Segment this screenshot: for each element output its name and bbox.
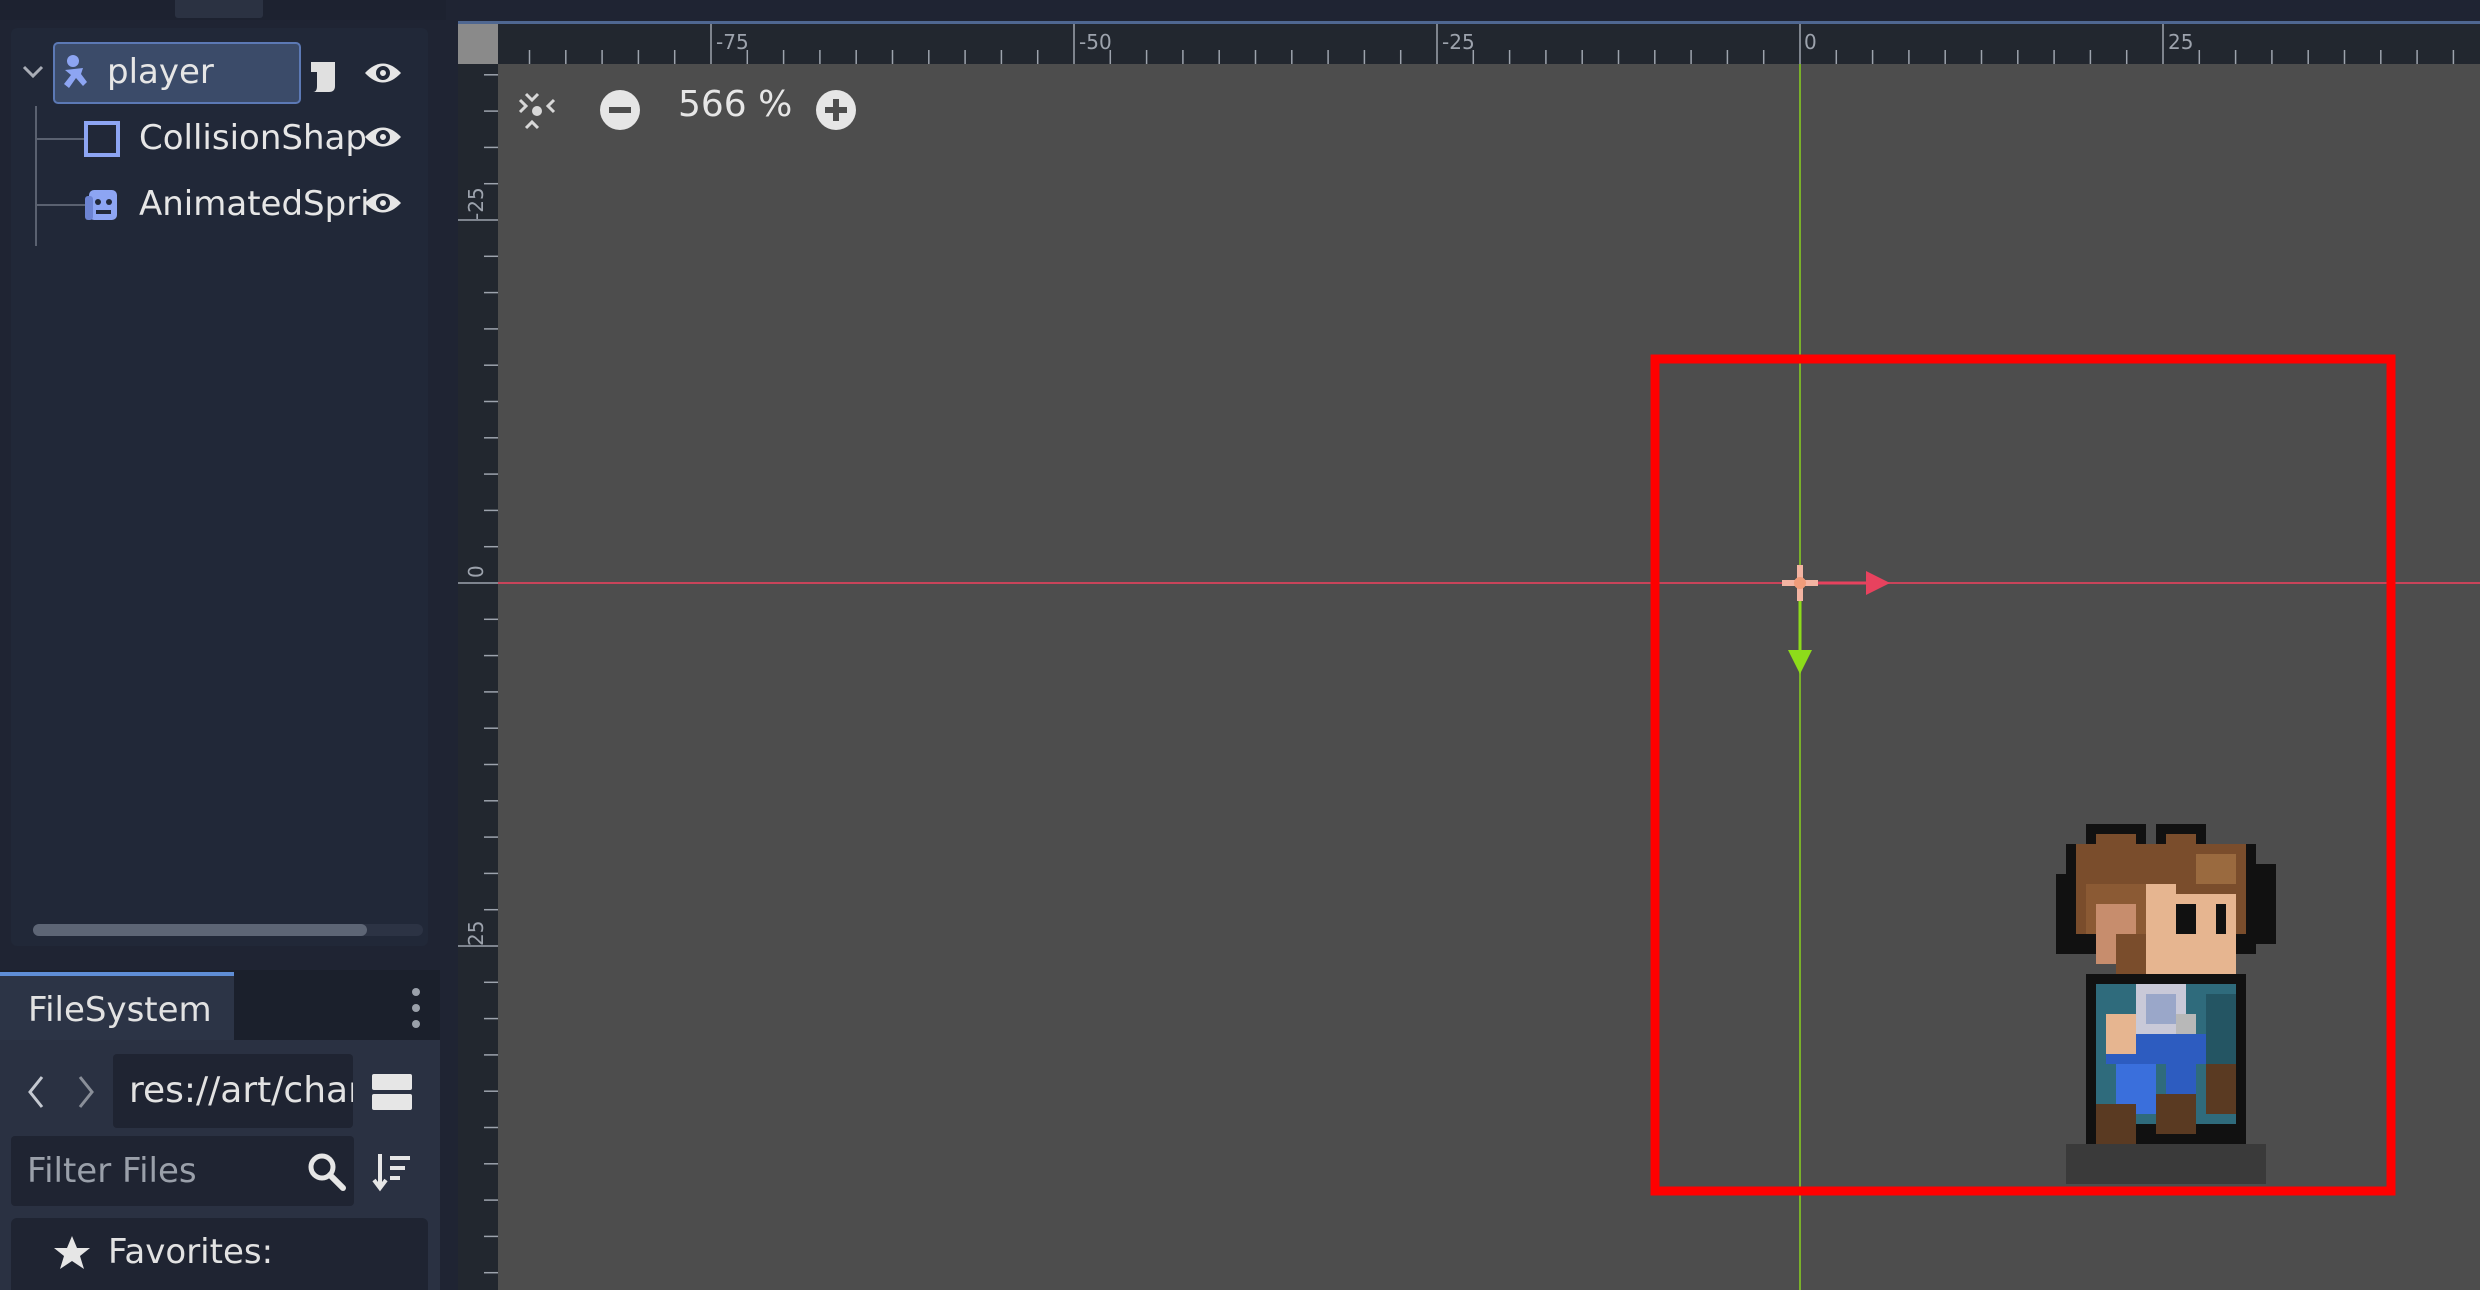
dock-top-strip (0, 0, 446, 20)
tree-item-label: AnimatedSprite2D (139, 184, 367, 224)
dock-tab-stub[interactable] (175, 0, 263, 18)
center-view-icon[interactable] (516, 90, 558, 132)
ruler-corner[interactable] (458, 24, 498, 64)
search-icon[interactable] (307, 1152, 347, 1192)
split-view-toggle-icon[interactable] (370, 1070, 414, 1114)
viewport-top-border (458, 0, 2480, 24)
script-icon[interactable] (307, 58, 341, 94)
tree-item-collisionshape[interactable]: CollisionShape2D (11, 106, 428, 172)
visibility-eye-icon[interactable] (363, 58, 403, 88)
canvas-viewport[interactable]: -75 -50 -25 0 25 -25 0 25 566 % (458, 24, 2480, 1290)
back-arrow-icon[interactable] (26, 1074, 46, 1110)
tree-item-label: player (107, 52, 214, 92)
filter-files-input[interactable] (25, 1148, 289, 1194)
tab-filesystem[interactable]: FileSystem (0, 972, 234, 1040)
ruler-v-label: -25 (464, 187, 488, 220)
visibility-eye-icon[interactable] (363, 188, 403, 218)
kebab-menu-icon[interactable] (410, 986, 422, 1030)
favorites-label: Favorites: (108, 1232, 274, 1272)
forward-arrow-icon[interactable] (76, 1074, 96, 1110)
ruler-h-label: -75 (716, 30, 749, 54)
visibility-eye-icon[interactable] (363, 122, 403, 152)
sort-icon[interactable] (372, 1150, 412, 1192)
animated-sprite-icon (85, 190, 117, 220)
character-body-icon (64, 55, 87, 88)
collision-shape-icon (84, 121, 120, 157)
favorites-section[interactable]: Favorites: (11, 1218, 428, 1290)
path-text: res://art/characters (129, 1070, 353, 1111)
ruler-v-label: 0 (464, 565, 488, 578)
chevron-down-icon[interactable] (21, 62, 45, 82)
ruler-h-label: 25 (2168, 30, 2194, 54)
zoom-level-label[interactable]: 566 % (678, 84, 792, 125)
filter-files-field[interactable] (11, 1136, 354, 1206)
tree-item-label: CollisionShape2D (139, 118, 367, 158)
ruler-v-label: 25 (464, 920, 488, 946)
ruler-h-label: 0 (1804, 30, 1817, 54)
path-field[interactable]: res://art/characters (113, 1054, 353, 1128)
ruler-h-label: -50 (1079, 30, 1112, 54)
zoom-out-icon[interactable] (598, 88, 642, 132)
tree-item-player[interactable]: player (11, 40, 428, 106)
scene-tree-panel: player CollisionShape2D Animat (11, 28, 428, 946)
tab-label: FileSystem (28, 990, 212, 1030)
tree-item-animatedsprite[interactable]: AnimatedSprite2D (11, 172, 428, 238)
star-icon (54, 1236, 90, 1269)
zoom-in-icon[interactable] (814, 88, 858, 132)
horizontal-scrollbar-thumb[interactable] (33, 924, 367, 936)
ruler-h-label: -25 (1442, 30, 1475, 54)
player-sprite[interactable] (2056, 814, 2296, 1204)
